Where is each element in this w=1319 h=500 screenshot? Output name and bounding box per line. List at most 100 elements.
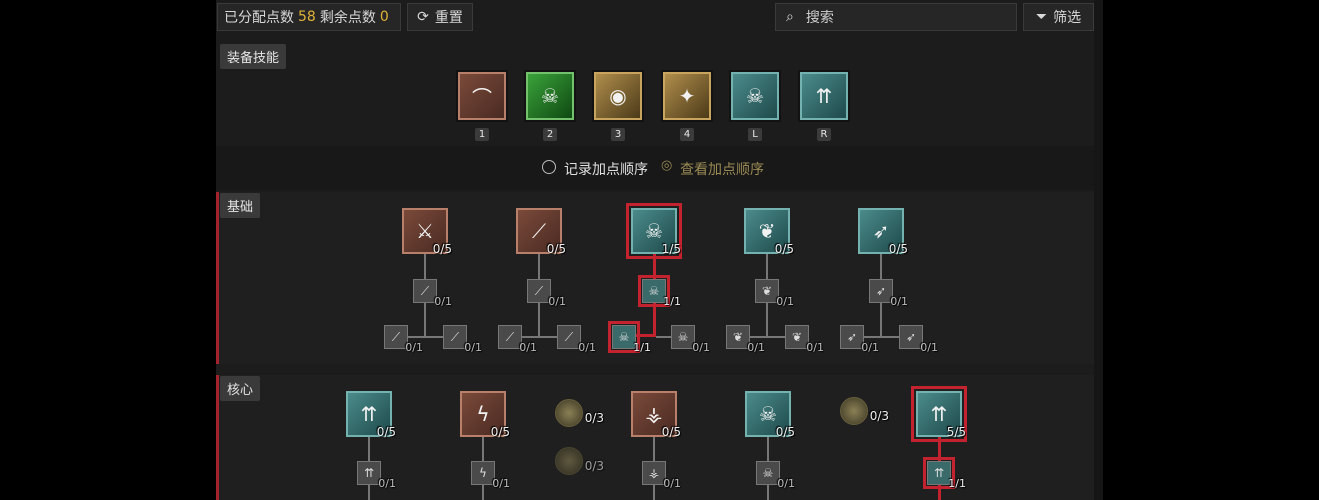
- bone-spear-icon: ➶: [846, 330, 858, 344]
- search-placeholder: 搜索: [805, 10, 834, 26]
- slot-key-2: 2: [543, 128, 557, 141]
- basic-branch-10[interactable]: ➶ 0/1: [899, 325, 938, 354]
- dagger-icon: ⟋: [505, 329, 515, 344]
- basic-upgrade-1[interactable]: ⟋ 0/1: [413, 279, 452, 308]
- core-skill-1[interactable]: ⇈ 0/5: [346, 391, 396, 439]
- basic-branch-2[interactable]: ⟋ 0/1: [443, 325, 482, 354]
- scrollbar-track[interactable]: [1094, 0, 1103, 500]
- upgrade-count: 0/1: [378, 477, 396, 490]
- equipped-slot-3[interactable]: ◉: [594, 72, 642, 120]
- skill-count: 0/5: [774, 242, 794, 256]
- branch-count: 0/1: [692, 341, 710, 354]
- core-skill-2[interactable]: ϟ 0/5: [460, 391, 510, 439]
- core-upgrade-3[interactable]: ⚶ 0/1: [642, 461, 681, 490]
- bone-heart-icon: ❦: [732, 330, 744, 344]
- upgrade-count: 0/1: [776, 295, 794, 308]
- basic-branch-6[interactable]: ☠ 0/1: [671, 325, 710, 354]
- upgrade-count: 0/1: [890, 295, 908, 308]
- skill-count: 0/5: [661, 425, 681, 439]
- core-upgrade-4[interactable]: ☠ 0/1: [756, 461, 795, 490]
- order-row: [216, 146, 1094, 190]
- core-skill-3[interactable]: ⚶ 0/5: [631, 391, 681, 439]
- view-order-link[interactable]: 查看加点顺序: [680, 159, 764, 179]
- passive-count: 0/3: [584, 459, 604, 473]
- equipped-slot-4[interactable]: ✦: [663, 72, 711, 120]
- core-passive-3[interactable]: 0/3: [840, 397, 889, 425]
- branch-count: 0/1: [920, 341, 938, 354]
- basic-upgrade-4[interactable]: ❦ 0/1: [755, 279, 794, 308]
- branch-count: 0/1: [747, 341, 765, 354]
- equipped-slot-r[interactable]: ⇈: [800, 72, 848, 120]
- basic-branch-4[interactable]: ⟋ 0/1: [557, 325, 596, 354]
- points-summary: 已分配点数 58 剩余点数 0: [217, 3, 401, 31]
- skill-count: 0/5: [546, 242, 566, 256]
- core-skill-4[interactable]: ☠ 0/5: [745, 391, 795, 439]
- refresh-icon: ⟳: [417, 9, 429, 25]
- basic-skill-1[interactable]: ⚔ 0/5: [402, 208, 452, 256]
- basic-branch-1[interactable]: ⟋ 0/1: [384, 325, 423, 354]
- branch-count: 0/1: [578, 341, 596, 354]
- filter-icon: ⏷: [1035, 9, 1048, 25]
- upgrade-count: 0/1: [663, 477, 681, 490]
- core-upgrade-5[interactable]: ⇈ 1/1: [923, 457, 966, 490]
- skull-icon: ☠: [677, 330, 689, 344]
- equipped-slot-2[interactable]: ☠: [526, 72, 574, 120]
- core-passive-1[interactable]: 0/3: [555, 399, 604, 427]
- allocated-label: 已分配点数: [224, 10, 294, 26]
- blade-fan-icon: ⚶: [648, 466, 660, 480]
- allocated-value: 58: [298, 9, 316, 25]
- skull-swarm-icon: ☠: [762, 466, 774, 480]
- passive-count: 0/3: [584, 411, 604, 425]
- arrow-volley-icon: ⇈: [815, 84, 833, 108]
- basic-upgrade-3[interactable]: ☠ 1/1: [638, 275, 681, 308]
- branch-count: 0/1: [861, 341, 879, 354]
- eye-icon: ◎: [661, 158, 673, 173]
- equipped-slot-l[interactable]: ☠: [731, 72, 779, 120]
- basic-branch-8[interactable]: ❦ 0/1: [785, 325, 824, 354]
- bone-spear-icon: ➶: [905, 330, 917, 344]
- slot-key-l: L: [748, 128, 762, 141]
- skill-count: 0/5: [376, 425, 396, 439]
- core-skill-5[interactable]: ⇈ 5/5: [911, 386, 967, 442]
- basic-upgrade-2[interactable]: ⟋ 0/1: [527, 279, 566, 308]
- basic-skill-2[interactable]: ⟋ 0/5: [516, 208, 566, 256]
- section-marker: [216, 375, 219, 500]
- arrow-volley-icon: ⇈: [933, 466, 945, 480]
- basic-skill-5[interactable]: ➶ 0/5: [858, 208, 908, 256]
- record-order-radio[interactable]: [542, 160, 556, 174]
- passive-count: 0/3: [869, 409, 889, 423]
- core-passive-2[interactable]: 0/3: [555, 447, 604, 475]
- search-input[interactable]: ⌕ 搜索: [775, 3, 1017, 31]
- dagger-icon: ⟋: [564, 329, 574, 344]
- upgrade-count: 0/1: [548, 295, 566, 308]
- equipped-section-title: 装备技能: [220, 44, 287, 69]
- section-marker: [216, 192, 219, 364]
- slot-key-3: 3: [611, 128, 625, 141]
- basic-skill-3[interactable]: ☠ 1/5: [626, 203, 682, 259]
- record-order-label[interactable]: 记录加点顺序: [564, 159, 648, 179]
- skull-sword-icon: ☠: [746, 84, 764, 108]
- upgrade-count: 0/1: [777, 477, 795, 490]
- core-upgrade-1[interactable]: ⇈ 0/1: [357, 461, 396, 490]
- blade-icon: ⟋: [420, 283, 430, 298]
- upgrade-count: 1/1: [663, 295, 681, 308]
- reset-button[interactable]: ⟳ 重置: [407, 3, 473, 31]
- upgrade-count: 0/1: [434, 295, 452, 308]
- basic-branch-9[interactable]: ➶ 0/1: [840, 325, 879, 354]
- bone-heart-icon: ❦: [761, 284, 773, 298]
- search-icon: ⌕: [786, 9, 794, 25]
- bone-heart-icon: ❦: [791, 330, 803, 344]
- remaining-label: 剩余点数: [319, 10, 376, 26]
- filter-button[interactable]: ⏷ 筛选: [1023, 3, 1094, 31]
- basic-branch-3[interactable]: ⟋ 0/1: [498, 325, 537, 354]
- blade-icon: ⟋: [391, 329, 401, 344]
- equipped-slot-1[interactable]: ⌒: [458, 72, 506, 120]
- upgrade-count: 1/1: [948, 477, 966, 490]
- basic-upgrade-5[interactable]: ➶ 0/1: [869, 279, 908, 308]
- basic-branch-7[interactable]: ❦ 0/1: [726, 325, 765, 354]
- basic-skill-4[interactable]: ❦ 0/5: [744, 208, 794, 256]
- basic-branch-5[interactable]: ☠ 1/1: [608, 321, 651, 354]
- eye-smoke-icon: ◉: [609, 84, 627, 108]
- core-upgrade-2[interactable]: ϟ 0/1: [471, 461, 510, 490]
- core-section-title: 核心: [220, 376, 261, 401]
